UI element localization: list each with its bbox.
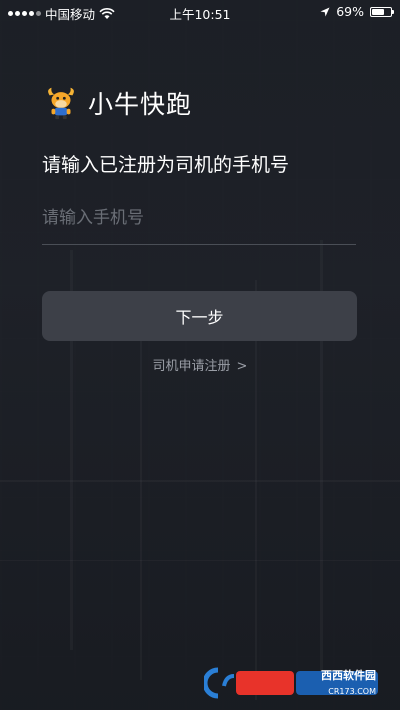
bg-streak [0,560,400,561]
bull-mascot-logo-icon [48,87,74,120]
chevron-right-icon: > [236,359,248,374]
battery-percent: 69% [336,4,364,19]
app-name: 小牛快跑 [88,90,193,119]
bg-streak [255,280,257,700]
brand-header: 小牛快跑 [42,84,192,122]
driver-register-label: 司机申请注册 [152,359,231,374]
phone-input-container [42,200,356,245]
status-bar: 中国移动 上午10:51 69% [0,0,400,24]
battery-icon [370,6,394,17]
next-step-button[interactable]: 下一步 [42,291,357,341]
watermark-site-text: CR173.COM [328,687,376,696]
location-arrow-icon [320,7,330,16]
driver-register-link[interactable]: 司机申请注册 > [0,355,400,374]
status-right: 69% [320,4,394,19]
phone-number-input[interactable] [42,200,356,236]
watermark-brand-text: 西西软件园 [321,669,376,682]
bg-streak [0,480,400,482]
instruction-text: 请输入已注册为司机的手机号 [42,154,290,176]
